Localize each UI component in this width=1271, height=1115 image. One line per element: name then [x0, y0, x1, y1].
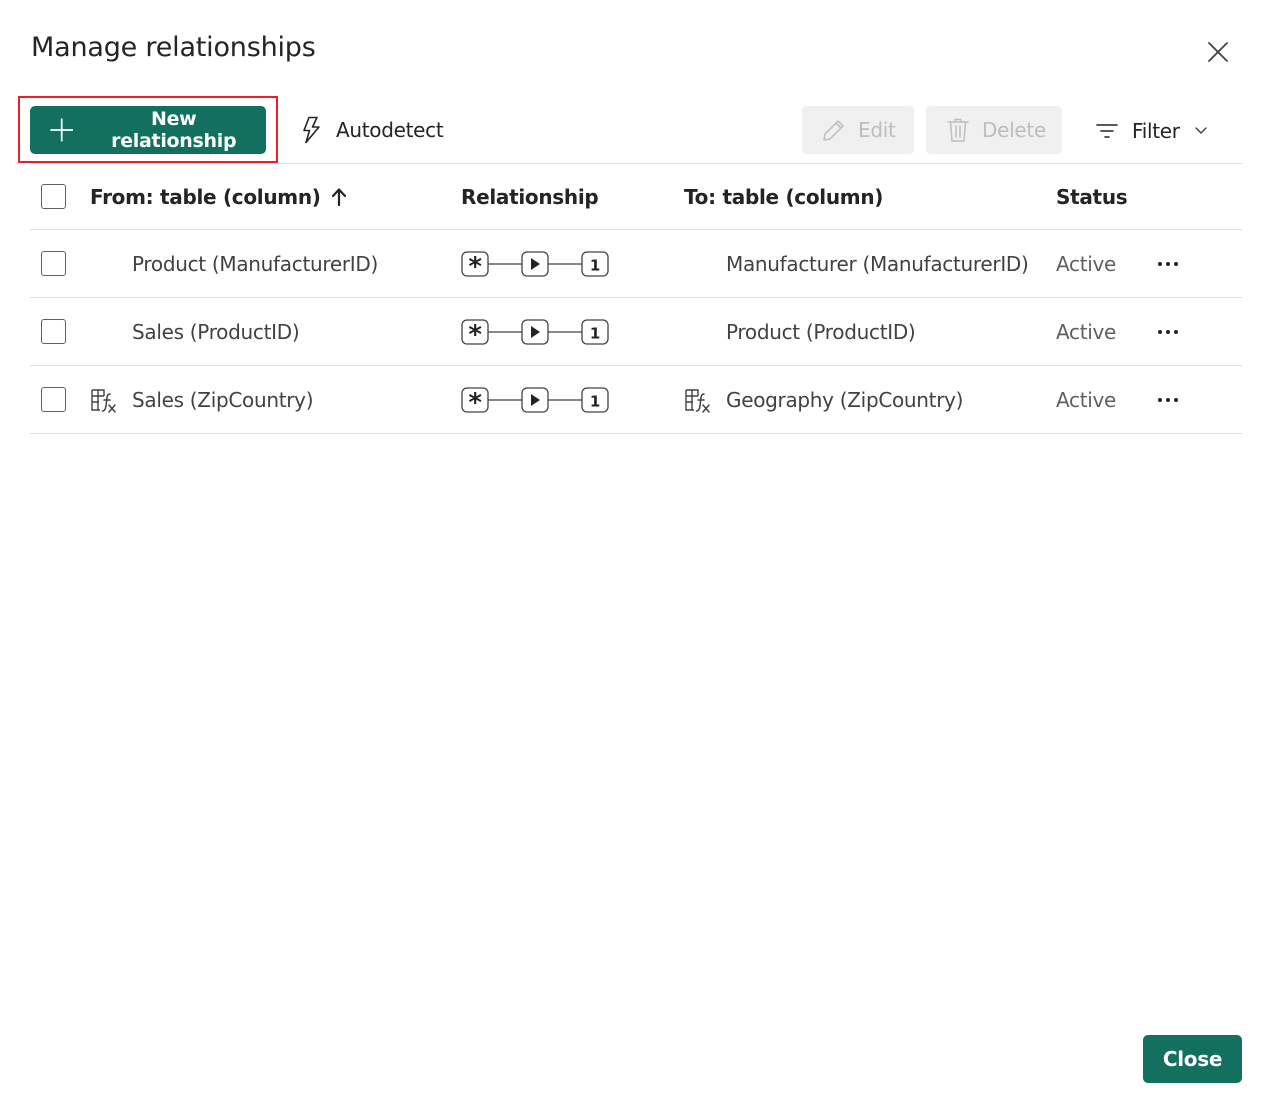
cardinality-diagram: * 1 [461, 230, 611, 297]
cardinality-from: * [468, 320, 482, 347]
filter-button[interactable]: Filter [1092, 110, 1212, 152]
close-button[interactable]: Close [1143, 1035, 1242, 1083]
status-text: Active [1056, 319, 1117, 344]
more-options-button[interactable] [1156, 230, 1180, 297]
cardinality-from: * [468, 388, 482, 415]
to-table-column: Product (ProductID) [726, 319, 916, 344]
arrow-up-icon [331, 187, 346, 206]
header-relationship: Relationship [461, 184, 599, 209]
autodetect-label: Autodetect [336, 118, 444, 142]
table-row[interactable]: Product (ManufacturerID) * 1 Manufacture… [30, 230, 1242, 298]
row-checkbox[interactable] [41, 319, 66, 344]
row-checkbox[interactable] [41, 251, 66, 276]
autodetect-button[interactable]: Autodetect [296, 110, 447, 150]
delete-label: Delete [982, 118, 1046, 142]
table-header: From: table (column) Relationship To: ta… [30, 164, 1242, 230]
cardinality-to: 1 [590, 324, 600, 342]
ellipsis-icon [1158, 261, 1178, 266]
status-text: Active [1056, 387, 1117, 412]
calculated-column-icon [91, 388, 116, 413]
cardinality-diagram: * 1 [461, 298, 611, 365]
header-to: To: table (column) [684, 184, 884, 209]
lightning-icon [303, 116, 320, 144]
new-relationship-label: New relationship [111, 108, 237, 152]
trash-icon [947, 118, 969, 142]
dialog-title: Manage relationships [31, 32, 316, 63]
chevron-down-icon [1195, 127, 1207, 134]
select-all-checkbox[interactable] [41, 184, 66, 209]
header-from-label: From: table (column) [90, 184, 321, 209]
ellipsis-icon [1158, 329, 1178, 334]
close-icon [1208, 42, 1228, 62]
plus-icon [50, 118, 74, 142]
table-row[interactable]: Sales (ProductID) * 1 Product (ProductID… [30, 298, 1242, 366]
cardinality-diagram: * 1 [461, 366, 611, 433]
from-table-column: Product (ManufacturerID) [132, 251, 378, 276]
cardinality-to: 1 [590, 392, 600, 410]
edit-button[interactable]: Edit [802, 106, 914, 154]
filter-icon [1096, 124, 1118, 138]
filter-label: Filter [1132, 119, 1180, 143]
row-checkbox[interactable] [41, 387, 66, 412]
close-dialog-button[interactable] [1200, 34, 1236, 70]
from-table-column: Sales (ZipCountry) [132, 387, 314, 412]
cardinality-from: * [468, 252, 482, 279]
status-text: Active [1056, 251, 1117, 276]
edit-label: Edit [858, 118, 896, 142]
to-table-column: Manufacturer (ManufacturerID) [726, 251, 1029, 276]
more-options-button[interactable] [1156, 298, 1180, 365]
pencil-icon [823, 120, 844, 141]
new-relationship-button[interactable]: New relationship [30, 106, 266, 154]
cardinality-to: 1 [590, 256, 600, 274]
header-from[interactable]: From: table (column) [90, 164, 347, 229]
to-table-column: Geography (ZipCountry) [726, 387, 964, 412]
more-options-button[interactable] [1156, 366, 1180, 433]
delete-button[interactable]: Delete [926, 106, 1062, 154]
table-row[interactable]: Sales (ZipCountry) * 1 Geography (ZipCou… [30, 366, 1242, 434]
header-status: Status [1056, 184, 1128, 209]
from-table-column: Sales (ProductID) [132, 319, 300, 344]
calculated-column-icon [685, 388, 710, 413]
ellipsis-icon [1158, 397, 1178, 402]
